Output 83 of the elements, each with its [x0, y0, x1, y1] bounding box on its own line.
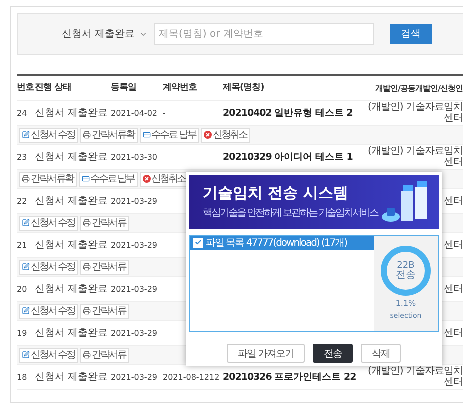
column-header: 등록일	[111, 82, 138, 94]
column-header: 번호	[17, 82, 35, 94]
date-cell-text: 2021-03-30	[111, 152, 158, 162]
date-cell-text: 2021-03-29	[111, 284, 158, 294]
action-button[interactable]: 신청서 수정	[19, 348, 78, 362]
owner-cell: 센터	[444, 328, 463, 338]
dialog-button[interactable]: 삭제	[361, 344, 402, 363]
row-number: 21	[17, 240, 28, 250]
card-icon	[142, 131, 151, 139]
title-cell-text: 20210402 일반유형 테스트 2	[223, 108, 354, 118]
action-button[interactable]: 신청서 수정	[19, 128, 78, 142]
checkbox[interactable]	[193, 238, 203, 248]
banner-title: 기술임치 전송 시스템	[203, 184, 350, 203]
row-number: 22	[17, 196, 28, 206]
date-cell-text: 2021-03-29	[111, 372, 158, 382]
printer-icon	[83, 219, 92, 227]
status-cell-text: 신청서 제출완료	[35, 152, 110, 162]
action-button[interactable]: 간략서류	[80, 348, 130, 362]
owner-cell-text: (개발인) 기술자료임치센터	[367, 102, 463, 124]
search-field[interactable]: 제목(명칭) or 계약번호	[154, 23, 374, 45]
dialog-button[interactable]: 전송	[313, 344, 354, 363]
card-icon	[82, 175, 90, 183]
banner-subtitle: 핵심기술을 안전하게 보관하는 기술임치서비스	[203, 206, 380, 220]
row-number: 19	[17, 328, 28, 338]
usage-value: 22B	[397, 261, 415, 272]
date-cell-text: 2021-03-29	[111, 196, 158, 206]
owner-cell-text: (개발인) 기술자료임치센터	[367, 366, 463, 388]
owner-cell: 센터	[444, 284, 463, 294]
date-cell-text: 2021-03-29	[111, 240, 158, 250]
action-button[interactable]: 간략서류	[80, 216, 130, 230]
search-button[interactable]: 검색	[390, 24, 432, 44]
cancel-icon	[142, 175, 151, 183]
status-select[interactable]: 신청서 제출완료	[62, 24, 148, 44]
edit-icon	[22, 219, 30, 227]
edit-icon	[22, 307, 30, 315]
action-button[interactable]: 간략서류확	[19, 172, 76, 186]
column-header: 개발인/공동개발인/신청인	[374, 82, 463, 94]
title-cell-text: 20210329 아이디어 테스트 1	[223, 152, 354, 162]
edit-icon	[22, 263, 30, 271]
row-number: 24	[17, 108, 28, 118]
action-button[interactable]: 신청서 수정	[19, 260, 78, 274]
printer-icon	[22, 175, 30, 183]
donut-icon	[380, 245, 432, 298]
owner-cell-text: (개발인) 기술자료임치센터	[367, 146, 463, 168]
row-number: 18	[17, 372, 28, 382]
status-cell-text: 신청서 제출완료	[35, 328, 110, 338]
cancel-icon	[204, 131, 212, 139]
edit-icon	[22, 351, 30, 359]
action-button[interactable]: 수수료 납부	[140, 128, 199, 142]
date-cell-text: 2021-04-02	[111, 108, 158, 118]
action-button[interactable]: 간략서류	[80, 304, 130, 318]
file-list-title: 파일 목록 47777(download) (17개)	[206, 236, 348, 250]
status-cell-text: 신청서 제출완료	[35, 196, 110, 206]
status-cell-text: 신청서 제출완료	[35, 240, 110, 250]
printer-icon	[83, 351, 92, 359]
date-cell-text: 2021-03-29	[111, 328, 158, 338]
title-cell-text: 20210326 프로가인테스트 22	[223, 372, 358, 382]
action-button[interactable]: 간략서류	[80, 260, 130, 274]
usage-percent: 1.1%	[396, 299, 416, 310]
action-button[interactable]: 신청서 수정	[19, 216, 78, 230]
status-cell-text: 신청서 제출완료	[35, 108, 110, 118]
printer-icon	[83, 131, 92, 139]
owner-cell: 센터	[444, 196, 463, 206]
column-header: 제목(명칭)	[223, 82, 266, 94]
printer-icon	[83, 263, 92, 271]
action-button[interactable]: 간략서류확	[80, 128, 138, 142]
action-button[interactable]: 수수료 납부	[78, 172, 138, 186]
action-button[interactable]: 신청취소	[140, 172, 189, 186]
contract-cell-text: -	[163, 108, 167, 118]
edit-icon	[22, 131, 30, 139]
action-button[interactable]: 신청취소	[200, 128, 250, 142]
status-cell-text: 신청서 제출완료	[35, 372, 110, 382]
printer-icon	[83, 307, 92, 315]
usage-unit: 전송	[396, 271, 416, 282]
column-header: 계약번호	[163, 82, 198, 94]
owner-cell: 센터	[444, 240, 463, 250]
row-number: 23	[17, 152, 28, 162]
status-cell-text: 신청서 제출완료	[35, 284, 110, 294]
column-header: 진행 상태	[35, 82, 73, 94]
row-number: 20	[17, 284, 28, 294]
action-button[interactable]: 신청서 수정	[19, 304, 78, 318]
dialog-button[interactable]: 파일 가져오기	[226, 344, 306, 363]
contract-cell-text: 2021-08-1212	[163, 372, 221, 382]
